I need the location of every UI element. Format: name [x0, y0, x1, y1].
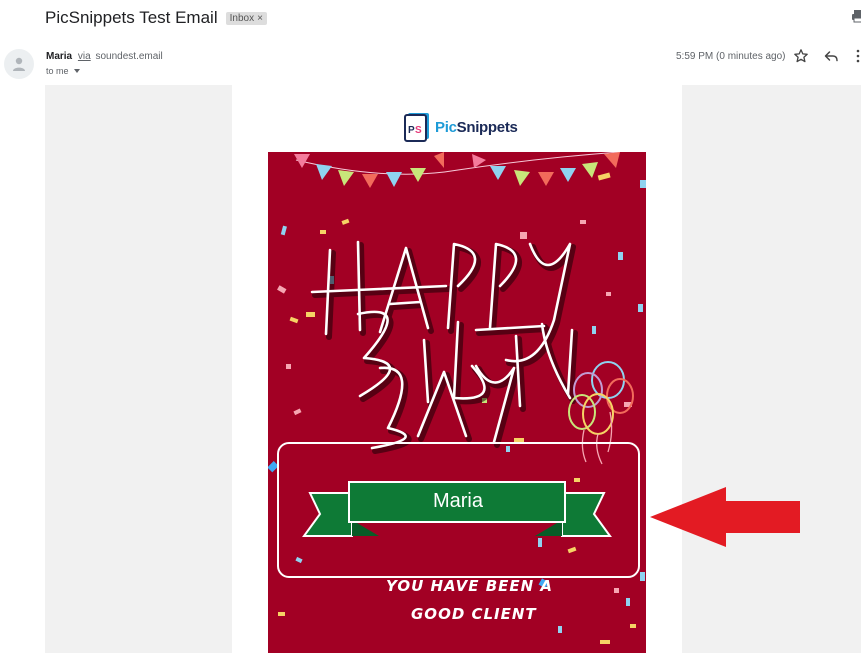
star-icon[interactable] [793, 48, 809, 64]
subject-row: PicSnippets Test Email Inbox × [45, 6, 267, 30]
logo-text-pic: Pic [435, 118, 457, 136]
happy-birthday-script-graphic [310, 240, 578, 454]
sender-via-link[interactable]: via [78, 51, 91, 62]
recipient-line: to me [46, 66, 80, 76]
recipient-text: to me [46, 66, 69, 76]
logo-text-snippets: Snippets [456, 118, 518, 136]
picsnippets-logo-mark-icon: P S [404, 113, 429, 142]
sender-domain: soundest.email [95, 51, 163, 62]
sender-avatar[interactable] [4, 49, 34, 79]
inbox-label-badge[interactable]: Inbox × [225, 11, 267, 25]
card-message-line-2: GOOD CLIENT [411, 605, 537, 623]
logo-text: PicSnippets [435, 119, 518, 136]
inbox-label-text: Inbox [229, 12, 255, 24]
recipient-details-chevron-icon[interactable] [73, 69, 80, 73]
svg-text:P: P [408, 125, 415, 136]
svg-text:S: S [415, 125, 422, 136]
ribbon-name-text: Maria [432, 489, 483, 512]
email-subject: PicSnippets Test Email [45, 8, 218, 27]
person-icon [13, 57, 25, 71]
reply-icon[interactable] [823, 48, 839, 64]
sender-name[interactable]: Maria [46, 51, 72, 62]
picsnippets-logo[interactable]: P S PicSnippets [404, 112, 518, 142]
email-timestamp: 5:59 PM (0 minutes ago) [676, 51, 786, 62]
red-arrow-icon [650, 487, 800, 547]
more-vert-icon[interactable] [854, 48, 861, 64]
card-message-line-1: YOU HAVE BEEN A [386, 577, 554, 595]
sender-line: Maria via soundest.email [46, 51, 163, 62]
remove-label-button[interactable]: × [257, 13, 263, 24]
print-icon[interactable] [852, 9, 861, 23]
